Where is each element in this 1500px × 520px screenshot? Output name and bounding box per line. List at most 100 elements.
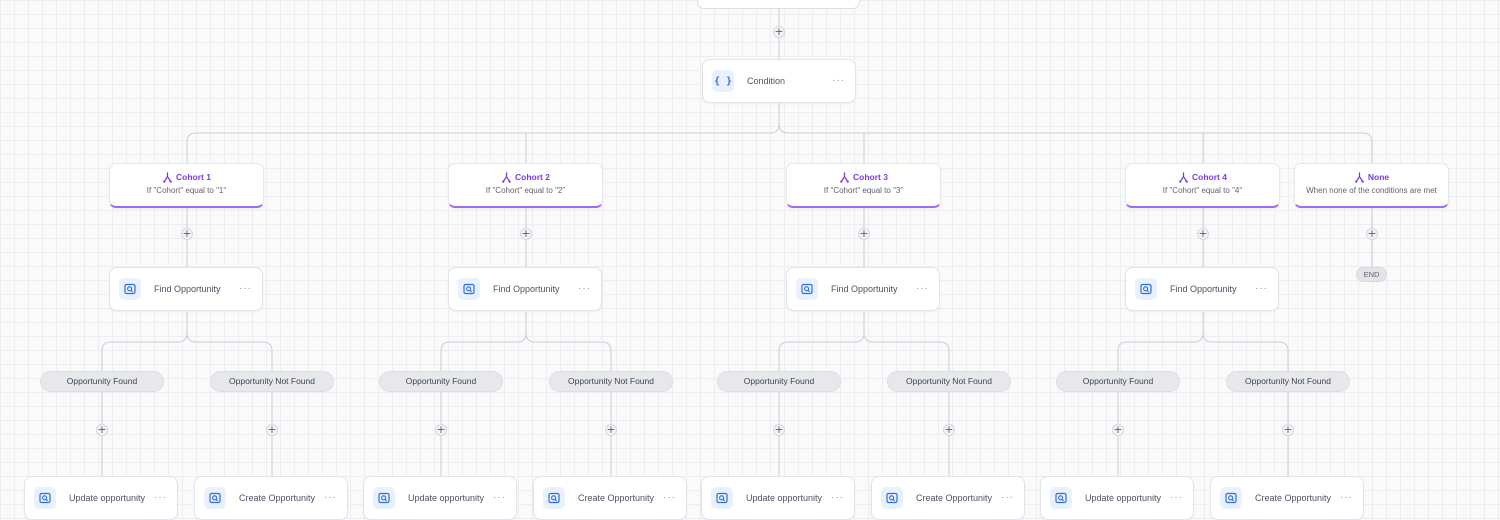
node-menu-button[interactable]: ···: [154, 493, 167, 503]
branch-icon: [839, 171, 850, 183]
node-menu-button[interactable]: ···: [1255, 284, 1268, 294]
node-menu-button[interactable]: ···: [1170, 493, 1183, 503]
node-menu-button[interactable]: ···: [1340, 493, 1353, 503]
connector-left-trunk: [186, 123, 780, 163]
create-opportunity-node[interactable]: Create Opportunity ···: [1210, 476, 1364, 520]
branch-opportunity-not-found[interactable]: Opportunity Not Found: [549, 371, 673, 392]
add-step-button[interactable]: +: [773, 424, 785, 436]
node-menu-button[interactable]: ···: [832, 76, 845, 86]
add-step-button[interactable]: +: [435, 424, 447, 436]
add-step-button[interactable]: +: [943, 424, 955, 436]
add-step-button[interactable]: +: [96, 424, 108, 436]
cohort-title: None: [1295, 171, 1448, 183]
create-opportunity-node-label: Create Opportunity: [239, 493, 316, 503]
search-record-icon: [458, 278, 480, 300]
end-badge: END: [1356, 267, 1387, 282]
connector-found-branch: [101, 312, 188, 371]
add-step-button[interactable]: +: [1366, 228, 1378, 240]
cohort-title-text: Cohort 3: [853, 172, 888, 182]
find-opportunity-node[interactable]: Find Opportunity ···: [786, 267, 940, 311]
condition-node[interactable]: { } Condition ···: [702, 59, 856, 103]
cohort-condition-text: If "Cohort" equal to "3": [823, 186, 904, 195]
update-opportunity-node-label: Update opportunity: [69, 493, 146, 503]
node-menu-button[interactable]: ···: [578, 284, 591, 294]
cohort-condition-text: When none of the conditions are met: [1306, 186, 1437, 195]
node-menu-button[interactable]: ···: [493, 493, 506, 503]
add-step-button[interactable]: +: [181, 228, 193, 240]
node-menu-button[interactable]: ···: [831, 493, 844, 503]
record-icon: [373, 487, 395, 509]
cohort-card-1[interactable]: Cohort 1 If "Cohort" equal to "1": [109, 163, 264, 208]
branch-icon: [1354, 171, 1365, 183]
cohort-title: Cohort 2: [449, 171, 602, 183]
connector-right-trunk: [778, 103, 1373, 163]
add-step-button[interactable]: +: [1112, 424, 1124, 436]
cohort-title-text: Cohort 2: [515, 172, 550, 182]
search-record-icon: [119, 278, 141, 300]
connector-not-found-branch: [863, 332, 950, 371]
braces-icon: { }: [712, 70, 734, 92]
node-menu-button[interactable]: ···: [324, 493, 337, 503]
create-opportunity-node[interactable]: Create Opportunity ···: [533, 476, 687, 520]
node-menu-button[interactable]: ···: [1001, 493, 1014, 503]
connector-not-found-branch: [1202, 332, 1289, 371]
find-opportunity-node[interactable]: Find Opportunity ···: [448, 267, 602, 311]
cohort-condition-text: If "Cohort" equal to "1": [146, 186, 227, 195]
find-opportunity-node-label: Find Opportunity: [493, 284, 560, 294]
node-menu-button[interactable]: ···: [916, 284, 929, 294]
cohort-card-3[interactable]: Cohort 3 If "Cohort" equal to "3": [786, 163, 941, 208]
branch-opportunity-found[interactable]: Opportunity Found: [717, 371, 841, 392]
add-step-button[interactable]: +: [773, 26, 785, 38]
branch-icon: [501, 171, 512, 183]
connector-found-branch: [440, 312, 527, 371]
branch-opportunity-found[interactable]: Opportunity Found: [40, 371, 164, 392]
create-opportunity-node[interactable]: Create Opportunity ···: [871, 476, 1025, 520]
branch-opportunity-not-found[interactable]: Opportunity Not Found: [887, 371, 1011, 392]
update-opportunity-node[interactable]: Update opportunity ···: [363, 476, 517, 520]
search-record-icon: [1135, 278, 1157, 300]
branch-icon: [1178, 171, 1189, 183]
connector-found-branch: [778, 312, 865, 371]
record-icon: [1050, 487, 1072, 509]
cohort-title: Cohort 1: [110, 171, 263, 183]
connector-not-found-branch: [525, 332, 612, 371]
condition-label: Condition: [747, 76, 786, 86]
create-opportunity-node[interactable]: Create Opportunity ···: [194, 476, 348, 520]
find-opportunity-node-label: Find Opportunity: [154, 284, 221, 294]
find-opportunity-node-label: Find Opportunity: [831, 284, 898, 294]
add-step-button[interactable]: +: [1197, 228, 1209, 240]
update-opportunity-node-label: Update opportunity: [408, 493, 485, 503]
branch-opportunity-found[interactable]: Opportunity Found: [379, 371, 503, 392]
branch-opportunity-not-found[interactable]: Opportunity Not Found: [210, 371, 334, 392]
connector-not-found-branch: [186, 332, 273, 371]
branch-opportunity-not-found[interactable]: Opportunity Not Found: [1226, 371, 1350, 392]
record-icon: [881, 487, 903, 509]
find-opportunity-node[interactable]: Find Opportunity ···: [1125, 267, 1279, 311]
update-opportunity-node[interactable]: Update opportunity ···: [1040, 476, 1194, 520]
search-record-icon: [796, 278, 818, 300]
connector-found-branch: [1117, 312, 1204, 371]
cohort-condition-text: If "Cohort" equal to "4": [1162, 186, 1243, 195]
update-opportunity-node[interactable]: Update opportunity ···: [701, 476, 855, 520]
update-opportunity-node-label: Update opportunity: [1085, 493, 1162, 503]
cohort-condition-text: If "Cohort" equal to "2": [485, 186, 566, 195]
add-step-button[interactable]: +: [266, 424, 278, 436]
node-menu-button[interactable]: ···: [239, 284, 252, 294]
node-menu-button[interactable]: ···: [663, 493, 676, 503]
create-opportunity-node-label: Create Opportunity: [1255, 493, 1332, 503]
cohort-card-5[interactable]: None When none of the conditions are met: [1294, 163, 1449, 208]
add-step-button[interactable]: +: [520, 228, 532, 240]
branch-opportunity-found[interactable]: Opportunity Found: [1056, 371, 1180, 392]
update-opportunity-node[interactable]: Update opportunity ···: [24, 476, 178, 520]
add-step-button[interactable]: +: [605, 424, 617, 436]
record-icon: [34, 487, 56, 509]
add-step-button[interactable]: +: [858, 228, 870, 240]
find-opportunity-node[interactable]: Find Opportunity ···: [109, 267, 263, 311]
previous-step-node[interactable]: [697, 0, 860, 9]
branch-icon: [162, 171, 173, 183]
cohort-card-4[interactable]: Cohort 4 If "Cohort" equal to "4": [1125, 163, 1280, 208]
cohort-card-2[interactable]: Cohort 2 If "Cohort" equal to "2": [448, 163, 603, 208]
create-opportunity-node-label: Create Opportunity: [916, 493, 993, 503]
add-step-button[interactable]: +: [1282, 424, 1294, 436]
record-icon: [204, 487, 226, 509]
